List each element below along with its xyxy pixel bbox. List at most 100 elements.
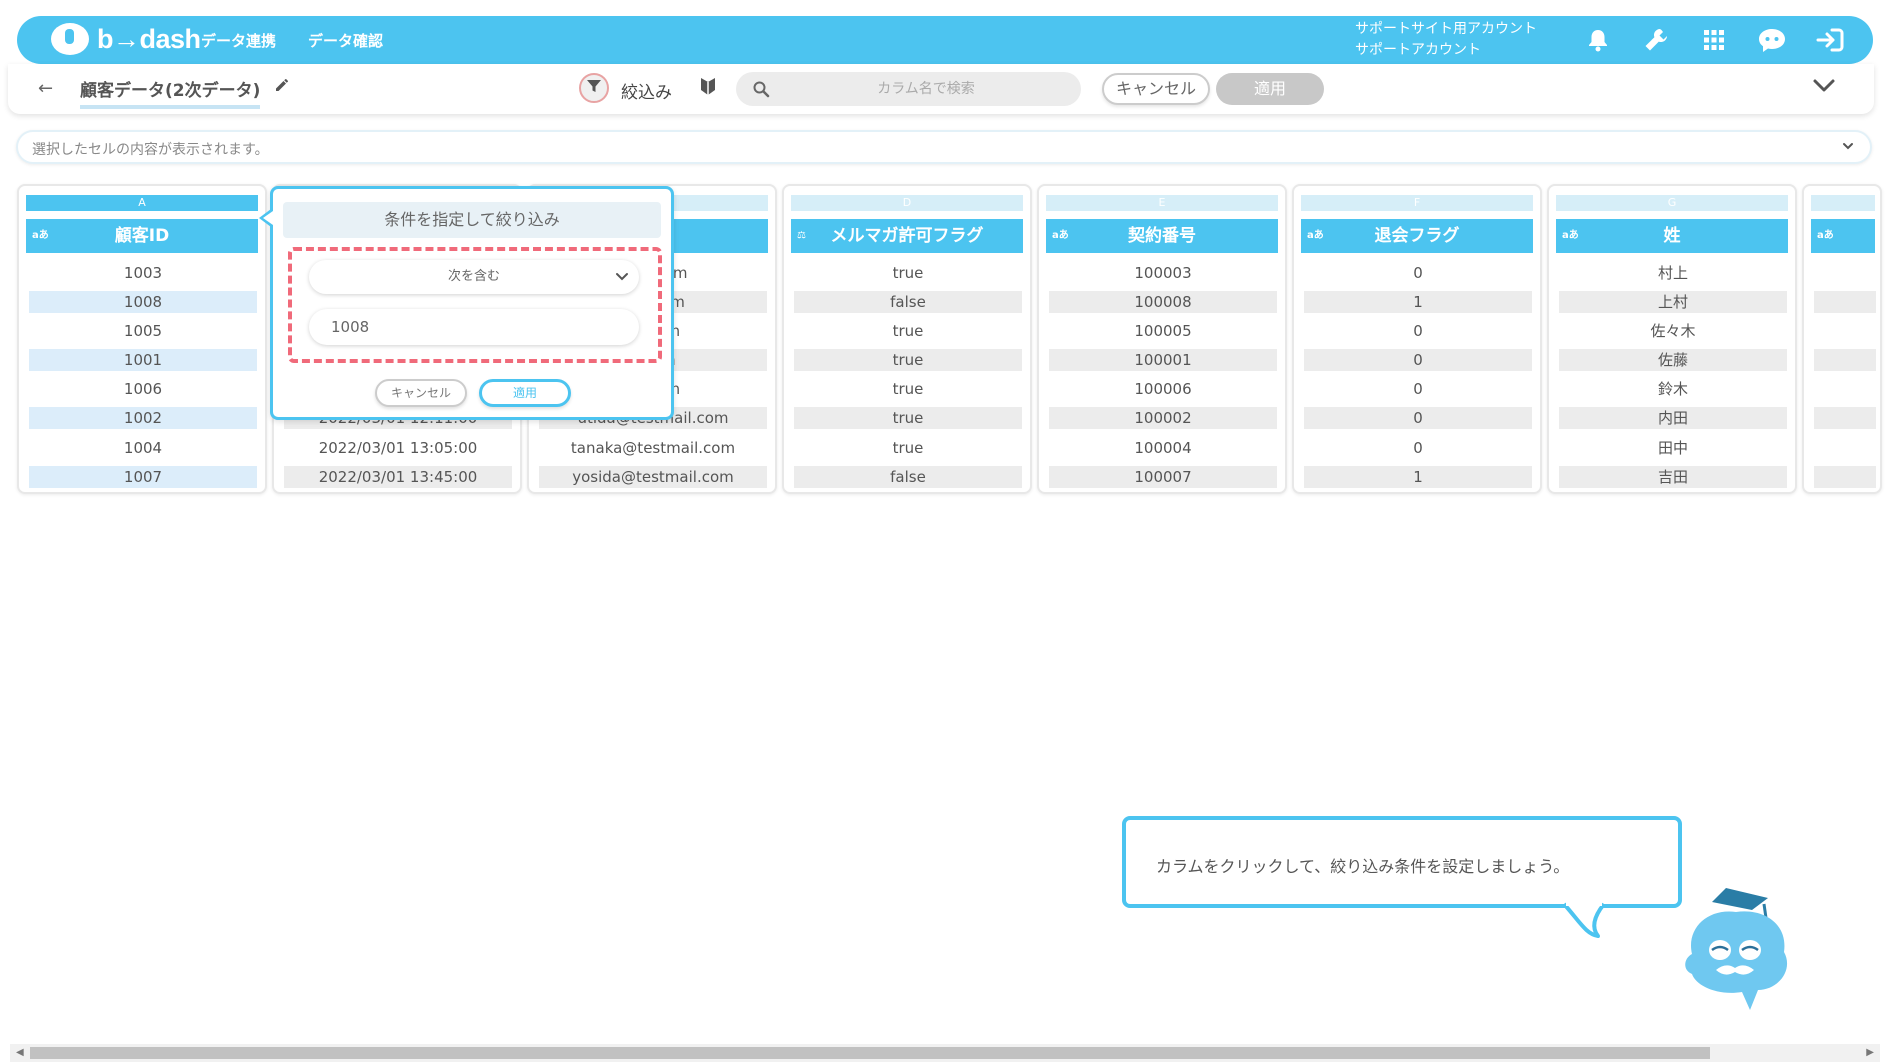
- column-header-label: メルマガ許可フラグ: [830, 226, 984, 246]
- horizontal-scrollbar[interactable]: ◀ ▶: [10, 1044, 1880, 1062]
- nav-data-link[interactable]: データ連携: [201, 30, 276, 51]
- back-arrow-icon[interactable]: ←: [38, 78, 53, 99]
- account-info[interactable]: サポートサイト用アカウント サポートアカウント: [1355, 19, 1537, 61]
- table-cell[interactable]: true: [794, 320, 1022, 342]
- bell-icon[interactable]: [1581, 24, 1615, 56]
- table-cell[interactable]: 佐藤: [1559, 349, 1787, 371]
- table-cell[interactable]: 0: [1304, 407, 1532, 429]
- table-cell[interactable]: 1002: [29, 407, 257, 429]
- wrench-icon[interactable]: [1639, 24, 1673, 56]
- dataset-title[interactable]: 顧客データ(2次データ): [80, 76, 261, 109]
- table-cell[interactable]: 100004: [1049, 437, 1277, 459]
- table-cell[interactable]: [1814, 349, 1876, 371]
- column-card: Eaあ 契約番号 100003 100008 100005 100001 100006 100…: [1037, 184, 1287, 494]
- logo[interactable]: b→dash: [51, 23, 201, 55]
- table-cell[interactable]: 1: [1304, 291, 1532, 313]
- filter-toggle-button[interactable]: [579, 73, 609, 103]
- table-cell[interactable]: [1814, 291, 1876, 313]
- toolbar-apply-button[interactable]: 適用: [1216, 73, 1324, 105]
- table-cell[interactable]: 100002: [1049, 407, 1277, 429]
- column-header[interactable]: aあ 顧客ID: [26, 219, 258, 253]
- table-cell[interactable]: yosida@testmail.com: [539, 466, 767, 488]
- mascot-illustration: [1668, 878, 1818, 1022]
- table-cell[interactable]: 吉田: [1559, 466, 1787, 488]
- column-header[interactable]: ⚖ メルマガ許可フラグ: [791, 219, 1023, 253]
- table-cell[interactable]: 鈴木: [1559, 378, 1787, 400]
- table-cell[interactable]: 0: [1304, 437, 1532, 459]
- table-cell[interactable]: 内田: [1559, 407, 1787, 429]
- table-cell[interactable]: true: [794, 437, 1022, 459]
- toolbar-cancel-button[interactable]: キャンセル: [1102, 73, 1210, 105]
- scrollbar-thumb[interactable]: [30, 1047, 1710, 1059]
- column-type-icon: aあ: [1052, 230, 1069, 241]
- table-cell[interactable]: 佐々木: [1559, 320, 1787, 342]
- table-cell[interactable]: [1814, 466, 1876, 488]
- table-cell[interactable]: 0: [1304, 262, 1532, 284]
- table-cell[interactable]: 1008: [29, 291, 257, 313]
- table-cell[interactable]: false: [794, 466, 1022, 488]
- chevron-down-icon[interactable]: [1812, 78, 1836, 98]
- header-icons: [1581, 24, 1847, 56]
- table-cell[interactable]: true: [794, 378, 1022, 400]
- column-header[interactable]: aあ 退会フラグ: [1301, 219, 1533, 253]
- table-cell[interactable]: 2022/03/01 13:05:00: [284, 437, 512, 459]
- nav-data-check[interactable]: データ確認: [308, 30, 383, 51]
- cell-bar-chevron-icon[interactable]: [1840, 138, 1856, 158]
- column-type-icon: aあ: [1562, 230, 1579, 241]
- grid-icon[interactable]: [1697, 24, 1731, 56]
- column-header[interactable]: aあ 契約番号: [1046, 219, 1278, 253]
- table-cell[interactable]: 村上: [1559, 262, 1787, 284]
- pencil-icon[interactable]: [274, 77, 290, 97]
- column-type-icon: ⚖: [797, 230, 806, 241]
- scroll-left-icon[interactable]: ◀: [16, 1047, 24, 1058]
- table-cell[interactable]: [1814, 407, 1876, 429]
- logout-icon[interactable]: [1813, 24, 1847, 56]
- column-search-input[interactable]: [786, 72, 1066, 106]
- popup-apply-button[interactable]: 適用: [479, 379, 571, 407]
- table-cell[interactable]: 0: [1304, 320, 1532, 342]
- table-cell[interactable]: [1814, 262, 1876, 284]
- table-cell[interactable]: 上村: [1559, 291, 1787, 313]
- table-cell[interactable]: 100006: [1049, 378, 1277, 400]
- table-cell[interactable]: 100001: [1049, 349, 1277, 371]
- table-cell[interactable]: 1005: [29, 320, 257, 342]
- table-cell[interactable]: 100005: [1049, 320, 1277, 342]
- chat-icon[interactable]: [1755, 24, 1789, 56]
- table-cell[interactable]: 田中: [1559, 437, 1787, 459]
- table-cell[interactable]: 100003: [1049, 262, 1277, 284]
- table-cell[interactable]: false: [794, 291, 1022, 313]
- column-card: Faあ 退会フラグ 0 1 0 0 0 0 0 1: [1292, 184, 1542, 494]
- scroll-right-icon[interactable]: ▶: [1866, 1047, 1874, 1058]
- table-cell[interactable]: 2022/03/01 13:45:00: [284, 466, 512, 488]
- table-cell[interactable]: [1814, 320, 1876, 342]
- table-cell[interactable]: true: [794, 349, 1022, 371]
- cell-content-bar[interactable]: 選択したセルの内容が表示されます。: [16, 130, 1872, 164]
- column-letter: E: [1046, 195, 1278, 211]
- search-icon: [752, 80, 770, 102]
- column-header[interactable]: aあ 姓: [1556, 219, 1788, 253]
- table-cell[interactable]: 1006: [29, 378, 257, 400]
- column-header-label: 顧客ID: [114, 226, 170, 246]
- table-cell[interactable]: 100008: [1049, 291, 1277, 313]
- filter-operator-select[interactable]: 次を含む: [309, 260, 639, 294]
- table-cell[interactable]: 1004: [29, 437, 257, 459]
- table-cell[interactable]: tanaka@testmail.com: [539, 437, 767, 459]
- table-cell[interactable]: 0: [1304, 349, 1532, 371]
- table-cell[interactable]: [1814, 378, 1876, 400]
- table-cell[interactable]: 1003: [29, 262, 257, 284]
- filter-value-input[interactable]: 1008: [309, 309, 639, 345]
- beginner-icon[interactable]: [700, 76, 716, 100]
- column-header[interactable]: aあ: [1811, 219, 1875, 253]
- table-cell[interactable]: 100007: [1049, 466, 1277, 488]
- table-cell[interactable]: [1814, 437, 1876, 459]
- table-cell[interactable]: 0: [1304, 378, 1532, 400]
- table-cell[interactable]: 1001: [29, 349, 257, 371]
- table-cell[interactable]: 1007: [29, 466, 257, 488]
- filter-popup: 条件を指定して絞り込み 次を含む 1008 キャンセル 適用: [259, 186, 674, 420]
- column-letter: F: [1301, 195, 1533, 211]
- column-search: [736, 72, 1081, 106]
- table-cell[interactable]: true: [794, 407, 1022, 429]
- table-cell[interactable]: true: [794, 262, 1022, 284]
- popup-cancel-button[interactable]: キャンセル: [375, 379, 467, 407]
- table-cell[interactable]: 1: [1304, 466, 1532, 488]
